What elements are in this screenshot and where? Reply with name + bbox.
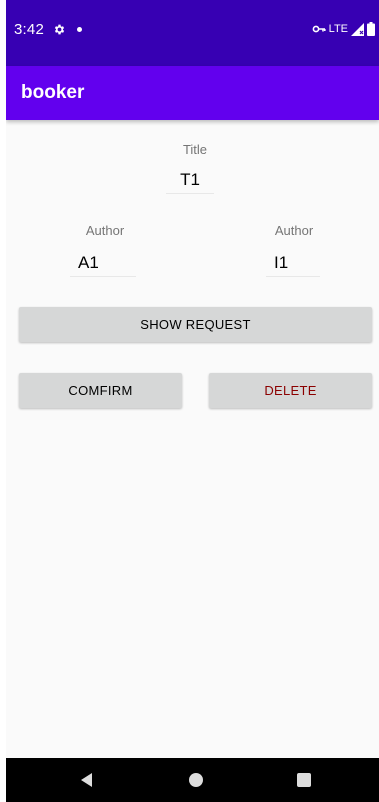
status-icons: LTE xyxy=(312,21,375,37)
recents-icon[interactable] xyxy=(294,770,314,790)
network-type: LTE xyxy=(328,23,348,35)
battery-icon xyxy=(367,22,375,36)
status-bar: 3:42 LTE xyxy=(6,0,379,66)
back-icon[interactable] xyxy=(77,770,97,790)
status-time: 3:42 xyxy=(14,21,44,38)
title-value[interactable]: T1 xyxy=(166,170,214,194)
phone-screen: 3:42 LTE booker Title T1 Author A1 Autho… xyxy=(6,0,379,802)
title-label: Title xyxy=(182,142,208,157)
show-request-button[interactable]: SHOW REQUEST xyxy=(19,307,372,342)
delete-button[interactable]: DELETE xyxy=(209,373,372,408)
author-left-value[interactable]: A1 xyxy=(70,253,136,277)
vpn-key-icon xyxy=(312,25,326,33)
app-bar: booker xyxy=(6,66,379,120)
home-icon[interactable] xyxy=(186,770,206,790)
confirm-button[interactable]: COMFIRM xyxy=(19,373,182,408)
navigation-bar xyxy=(6,758,379,802)
signal-icon xyxy=(351,22,364,36)
notification-dot xyxy=(77,27,82,32)
author-left-label: Author xyxy=(85,223,125,238)
gear-icon xyxy=(54,24,65,35)
author-right-label: Author xyxy=(274,223,314,238)
author-right-value[interactable]: I1 xyxy=(266,253,320,277)
app-title: booker xyxy=(21,82,85,103)
